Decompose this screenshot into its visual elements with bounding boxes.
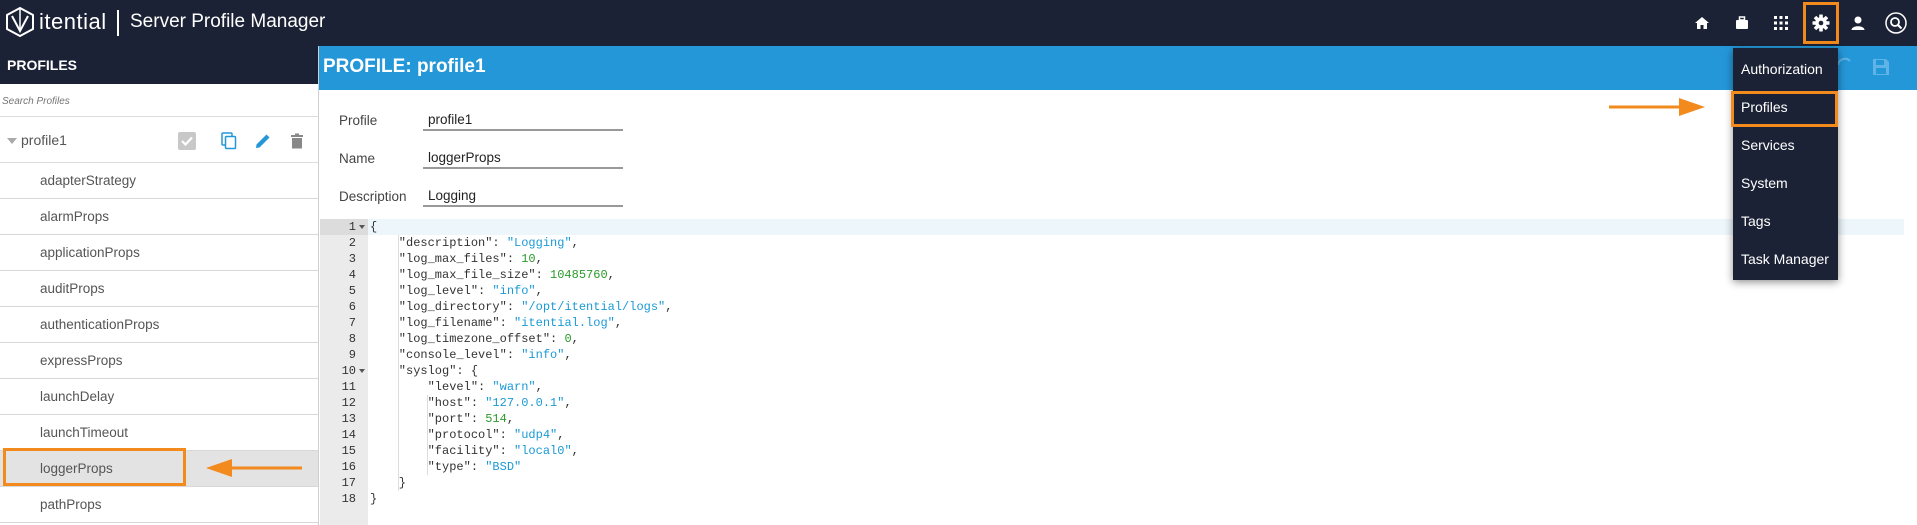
line-number: 17 bbox=[341, 476, 356, 490]
profile-label: Profile bbox=[339, 113, 378, 128]
menu-item-system[interactable]: System bbox=[1741, 175, 1788, 191]
line-number: 11 bbox=[341, 380, 356, 394]
name-label: Name bbox=[339, 151, 376, 166]
top-bar: itential Server Profile Manager bbox=[0, 0, 1917, 46]
code-line: "protocol": "udp4", bbox=[370, 428, 565, 442]
line-number: 7 bbox=[348, 316, 356, 330]
line-number: 15 bbox=[341, 444, 356, 458]
json-editor[interactable]: 1 2 3 4 5 6 7 8 9 10 11 12 13 14 15 16 17 18 { "descripti… bbox=[320, 219, 1904, 525]
search-underline bbox=[0, 116, 318, 117]
profile-header: PROFILE: profile1 bbox=[319, 46, 1917, 90]
line-number: 10 bbox=[341, 364, 356, 378]
save-icon[interactable] bbox=[1871, 57, 1891, 77]
itential-logo[interactable]: itential bbox=[5, 6, 107, 38]
code-line: "level": "warn", bbox=[370, 380, 543, 394]
settings-menu: Authorization Profiles Services System T… bbox=[1733, 48, 1838, 280]
list-item[interactable]: launchDelay bbox=[0, 379, 318, 415]
line-number: 14 bbox=[341, 428, 356, 442]
fold-toggle-icon[interactable] bbox=[359, 369, 365, 373]
line-number: 5 bbox=[348, 284, 356, 298]
list-item[interactable]: adapterStrategy bbox=[0, 163, 318, 199]
code-line: "type": "BSD" bbox=[370, 460, 522, 474]
refresh-icon[interactable] bbox=[1836, 55, 1852, 77]
code-line: "log_directory": "/opt/itential/logs", bbox=[370, 300, 673, 314]
list-item[interactable]: launchTimeout bbox=[0, 415, 318, 451]
code-line: "port": 514, bbox=[370, 412, 515, 426]
logo-divider bbox=[117, 10, 119, 36]
code-line: "host": "127.0.0.1", bbox=[370, 396, 572, 410]
code-line: "console_level": "info", bbox=[370, 348, 572, 362]
caret-down-icon[interactable] bbox=[7, 138, 17, 144]
line-number: 8 bbox=[348, 332, 356, 346]
arrow-left-annotation bbox=[206, 459, 302, 477]
code-line: } bbox=[370, 476, 407, 490]
profiles-highlight-box bbox=[1731, 91, 1838, 127]
app-title: Server Profile Manager bbox=[130, 11, 326, 32]
menu-item-tags[interactable]: Tags bbox=[1741, 213, 1771, 229]
copy-icon[interactable] bbox=[218, 130, 240, 152]
search-icon[interactable] bbox=[1884, 11, 1908, 35]
line-number: 4 bbox=[348, 268, 356, 282]
logo-text: itential bbox=[39, 9, 107, 34]
line-number: 3 bbox=[348, 252, 356, 266]
name-field[interactable] bbox=[423, 147, 623, 169]
profile-title: PROFILE: profile1 bbox=[323, 56, 486, 77]
profile-name: profile1 bbox=[21, 132, 67, 148]
edit-pencil-icon[interactable] bbox=[252, 130, 274, 152]
line-number: 9 bbox=[348, 348, 356, 362]
list-item[interactable]: pathProps bbox=[0, 487, 318, 523]
list-item[interactable]: alarmProps bbox=[0, 199, 318, 235]
line-number: 2 bbox=[348, 236, 356, 250]
list-item[interactable]: authenticationProps bbox=[0, 307, 318, 343]
code-line: { bbox=[370, 220, 378, 234]
line-number: 6 bbox=[348, 300, 356, 314]
selected-item-highlight-box bbox=[3, 448, 186, 486]
code-line: "log_max_file_size": 10485760, bbox=[370, 268, 615, 282]
list-item[interactable]: expressProps bbox=[0, 343, 318, 379]
code-line: "log_filename": "itential.log", bbox=[370, 316, 623, 330]
menu-item-services[interactable]: Services bbox=[1741, 137, 1795, 153]
gear-highlight-box bbox=[1803, 2, 1839, 44]
line-number: 1 bbox=[348, 220, 356, 234]
code-line: "log_timezone_offset": 0, bbox=[370, 332, 579, 346]
arrow-right-annotation bbox=[1609, 98, 1705, 116]
fold-toggle-icon[interactable] bbox=[359, 225, 365, 229]
line-number: 13 bbox=[341, 412, 356, 426]
menu-item-task-manager[interactable]: Task Manager bbox=[1741, 251, 1829, 267]
sidebar-header: PROFILES bbox=[0, 46, 318, 84]
code-line: "log_max_files": 10, bbox=[370, 252, 543, 266]
itential-logo-icon bbox=[6, 6, 34, 38]
code-line: "syslog": { bbox=[370, 364, 479, 378]
code-line: "description": "Logging", bbox=[370, 236, 579, 250]
briefcase-icon[interactable] bbox=[1730, 11, 1754, 35]
checkbox-checked-icon[interactable] bbox=[176, 130, 198, 152]
home-icon[interactable] bbox=[1690, 11, 1714, 35]
code-line: "log_level": "info", bbox=[370, 284, 543, 298]
description-label: Description bbox=[339, 189, 407, 204]
profile-tree-row[interactable]: profile1 bbox=[0, 118, 318, 163]
menu-item-authorization[interactable]: Authorization bbox=[1741, 61, 1823, 77]
list-item[interactable]: auditProps bbox=[0, 271, 318, 307]
profile-field[interactable] bbox=[423, 109, 623, 131]
line-number: 18 bbox=[341, 492, 356, 506]
list-item[interactable]: applicationProps bbox=[0, 235, 318, 271]
code-line: } bbox=[370, 492, 378, 506]
active-line-highlight bbox=[368, 219, 1904, 235]
line-number: 16 bbox=[341, 460, 356, 474]
apps-grid-icon[interactable] bbox=[1769, 11, 1793, 35]
user-icon[interactable] bbox=[1846, 11, 1870, 35]
code-line: "facility": "local0", bbox=[370, 444, 579, 458]
description-field[interactable] bbox=[423, 185, 623, 207]
line-number: 12 bbox=[341, 396, 356, 410]
search-profiles-input[interactable] bbox=[2, 96, 312, 107]
trash-icon[interactable] bbox=[286, 130, 308, 152]
